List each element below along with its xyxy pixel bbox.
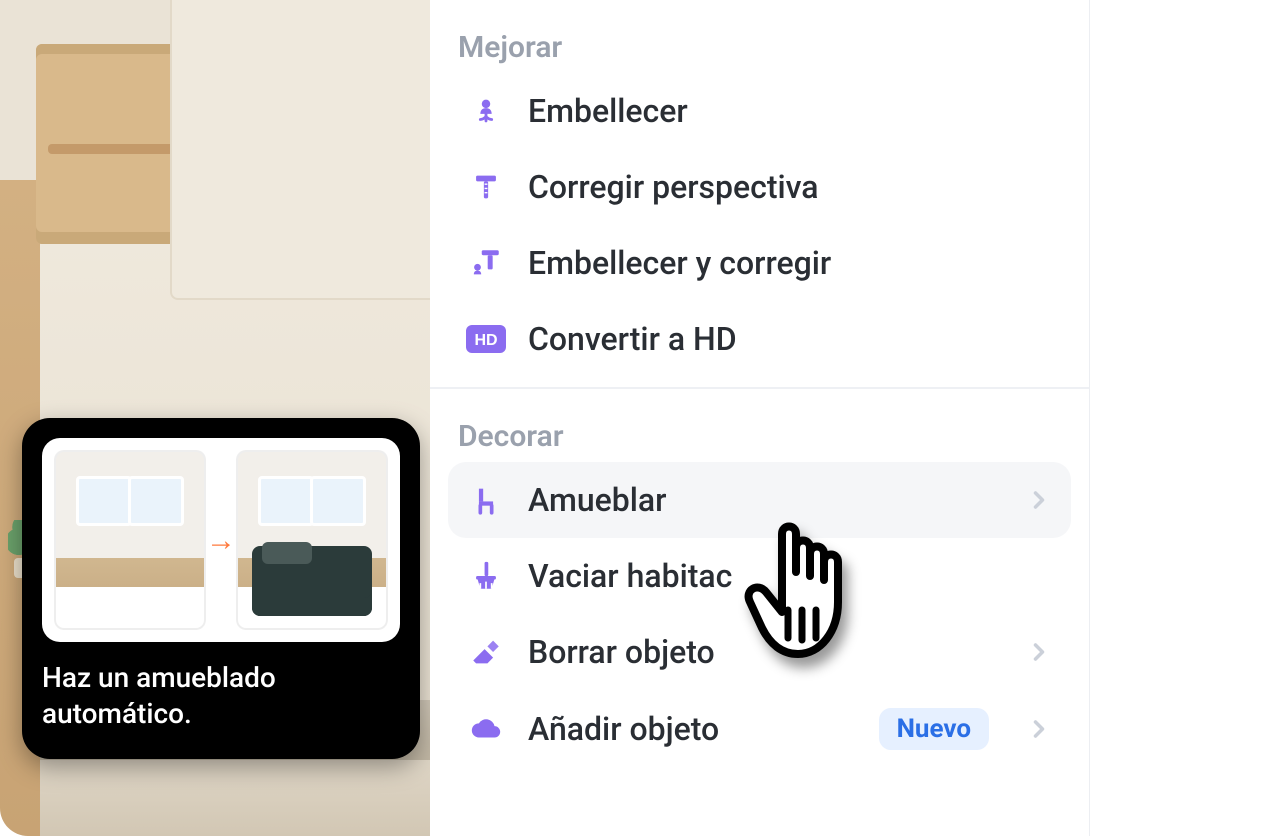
section-decorate: Decorar Amueblar Vaciar habitac (430, 387, 1089, 778)
t-square-icon (466, 167, 506, 207)
eraser-icon (466, 632, 506, 672)
photo-cabinet (170, 0, 430, 300)
item-label: Añadir objeto (528, 710, 719, 748)
item-beautify[interactable]: Embellecer (448, 73, 1071, 149)
item-label: Amueblar (528, 481, 666, 519)
section-title-decorate: Decorar (448, 415, 1071, 462)
item-label: Vaciar habitac (528, 557, 732, 595)
svg-text:HD: HD (474, 332, 497, 349)
item-empty-room[interactable]: Vaciar habitac (448, 538, 1071, 614)
app-stage: → Haz un amueblado automático. Mejorar E… (0, 0, 1272, 836)
item-label: Embellecer y corregir (528, 244, 831, 282)
cloud-icon (466, 709, 506, 749)
item-beautify-and-fix[interactable]: Embellecer y corregir (448, 225, 1071, 301)
item-label: Convertir a HD (528, 320, 737, 358)
item-fix-perspective[interactable]: Corregir perspectiva (448, 149, 1071, 225)
actions-panel: Mejorar Embellecer Corregir perspectiva … (430, 0, 1090, 836)
tooltip-before-thumb (54, 450, 206, 630)
item-add-object[interactable]: Añadir objeto Nuevo (448, 690, 1071, 768)
arrow-right-icon: → (206, 523, 236, 558)
chevron-right-icon (1025, 486, 1053, 514)
section-title-improve: Mejorar (448, 26, 1071, 73)
chevron-right-icon (1025, 715, 1053, 743)
hd-badge-icon: HD (466, 319, 506, 359)
item-label: Embellecer (528, 92, 688, 130)
flower-icon (466, 91, 506, 131)
tooltip-after-thumb (236, 450, 388, 630)
broom-icon (466, 556, 506, 596)
right-gutter (1090, 0, 1272, 836)
tooltip-card: → Haz un amueblado automático. (22, 418, 420, 759)
item-label: Corregir perspectiva (528, 168, 819, 206)
flower-t-icon (466, 243, 506, 283)
item-convert-hd[interactable]: HD Convertir a HD (448, 301, 1071, 377)
tooltip-text: Haz un amueblado automático. (42, 660, 400, 733)
section-improve: Mejorar Embellecer Corregir perspectiva … (430, 0, 1089, 387)
chevron-right-icon (1025, 638, 1053, 666)
item-label: Borrar objeto (528, 633, 715, 671)
new-badge: Nuevo (879, 708, 989, 750)
chair-icon (466, 480, 506, 520)
item-erase-object[interactable]: Borrar objeto (448, 614, 1071, 690)
item-furnish[interactable]: Amueblar (448, 462, 1071, 538)
tooltip-before-after: → (42, 438, 400, 642)
